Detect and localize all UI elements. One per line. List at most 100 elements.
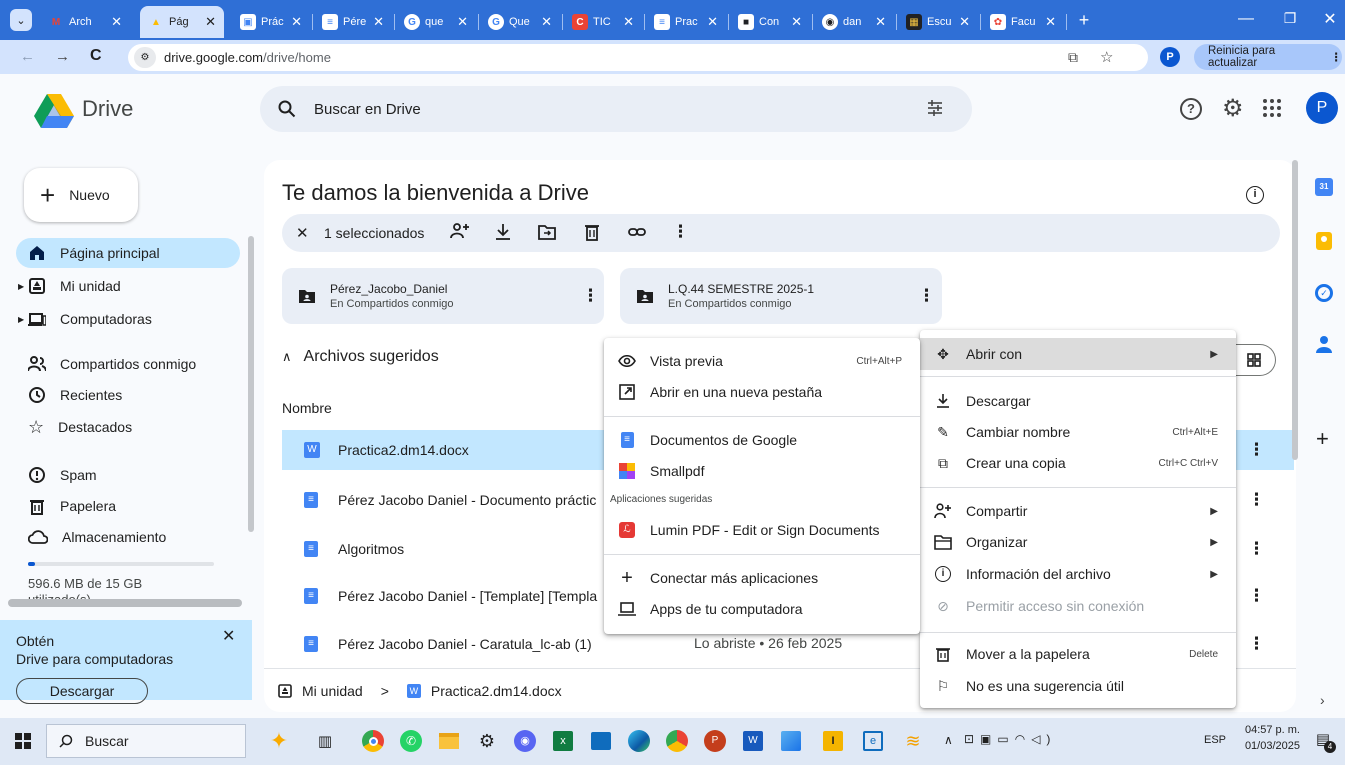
menu-item-share[interactable]: Compartir ▶	[920, 495, 1236, 527]
sidebar-item-my-drive[interactable]: ▶ Mi unidad	[16, 271, 240, 301]
add-addon-icon[interactable]: +	[1316, 426, 1329, 452]
tab-3[interactable]: ≡ Pére ✕	[314, 6, 392, 38]
menu-item-rename[interactable]: ✎ Cambiar nombre Ctrl+Alt+E	[920, 416, 1236, 448]
more-vert-icon[interactable]: ⋮	[582, 286, 599, 306]
bookmark-star-icon[interactable]: ☆	[1100, 48, 1113, 66]
menu-item-open-with[interactable]: ✥ Abrir con ▶	[920, 338, 1236, 370]
tab-1[interactable]: ▲ Pág ✕	[140, 6, 224, 38]
back-button[interactable]: ←	[20, 48, 35, 65]
calendar-icon[interactable]: 31	[1315, 178, 1333, 196]
more-vert-icon[interactable]: ⋮	[1248, 634, 1265, 654]
clear-selection-icon[interactable]: ✕	[296, 224, 309, 242]
column-header-name[interactable]: Nombre	[282, 400, 332, 416]
tab-2[interactable]: ▣ Prác ✕	[232, 6, 310, 38]
menu-item-preview[interactable]: Vista previa Ctrl+Alt+P	[604, 345, 920, 377]
clock-date[interactable]: 01/03/2025	[1238, 740, 1300, 752]
tab-8[interactable]: ■ Con ✕	[730, 6, 810, 38]
more-vert-icon[interactable]: ⋮	[918, 286, 935, 306]
info-icon[interactable]: i	[1246, 186, 1264, 204]
apps-grid-icon[interactable]	[1262, 98, 1282, 118]
app-icon[interactable]: I	[818, 726, 848, 756]
more-vert-icon[interactable]: ⋮	[672, 222, 689, 242]
close-icon[interactable]: ✕	[791, 14, 802, 30]
discord-icon[interactable]: ◉	[510, 726, 540, 756]
sidebar-vscrollbar[interactable]	[248, 236, 254, 532]
grid-view-toggle[interactable]	[1232, 344, 1276, 376]
more-vert-icon[interactable]: ⋮	[1248, 586, 1265, 606]
install-app-icon[interactable]: ⧉	[1068, 49, 1078, 66]
move-folder-icon[interactable]	[538, 224, 556, 240]
close-icon[interactable]: ✕	[111, 14, 122, 30]
sidebar-item-home[interactable]: Página principal	[16, 238, 240, 268]
menu-item-connect-apps[interactable]: + Conectar más aplicaciones	[604, 562, 920, 594]
more-vert-icon[interactable]: ⋮	[1248, 490, 1265, 510]
tasks-icon[interactable]: ✓	[1315, 284, 1333, 302]
chrome-profile-icon[interactable]	[662, 726, 692, 756]
task-view-icon[interactable]: ▥	[310, 726, 340, 756]
menu-item-copy[interactable]: ⧉ Crear una copia Ctrl+C Ctrl+V	[920, 447, 1236, 479]
breadcrumb-root[interactable]: Mi unidad	[302, 683, 363, 699]
promo-close-icon[interactable]: ✕	[222, 626, 235, 646]
close-icon[interactable]: ✕	[875, 14, 886, 30]
new-tab-button[interactable]: +	[1072, 9, 1096, 31]
edge-icon[interactable]	[624, 726, 654, 756]
tab-search-button[interactable]: ⌄	[10, 9, 32, 31]
search-icon[interactable]	[278, 100, 296, 118]
drive-logo[interactable]	[34, 94, 74, 128]
tab-6[interactable]: C TIC ✕	[564, 6, 642, 38]
sidebar-item-recent[interactable]: Recientes	[16, 380, 240, 410]
powerpoint-icon[interactable]: P	[700, 726, 730, 756]
keep-icon[interactable]	[1316, 232, 1332, 250]
store-icon[interactable]	[586, 726, 616, 756]
tab-7[interactable]: ≡ Prac ✕	[646, 6, 726, 38]
tab-11[interactable]: ✿ Facu ✕	[982, 6, 1064, 38]
trash-icon[interactable]	[584, 223, 600, 241]
expand-arrow-icon[interactable]: ▶	[18, 315, 24, 324]
tray-overflow-icon[interactable]: ∧	[944, 733, 953, 747]
taskbar-search-box[interactable]: Buscar	[46, 724, 246, 758]
close-icon[interactable]: ✕	[707, 14, 718, 30]
window-icon[interactable]: e	[858, 726, 888, 756]
sidebar-item-starred[interactable]: ☆ Destacados	[16, 412, 240, 442]
close-icon[interactable]: ✕	[291, 14, 302, 30]
profile-avatar[interactable]: P	[1160, 47, 1180, 67]
language-indicator[interactable]: ESP	[1204, 734, 1226, 746]
close-icon[interactable]: ✕	[541, 14, 552, 30]
close-icon[interactable]: ✕	[623, 14, 634, 30]
sidebar-item-shared[interactable]: Compartidos conmigo	[16, 349, 240, 379]
menu-item-download[interactable]: Descargar	[920, 385, 1236, 417]
tab-9[interactable]: ◉ dan ✕	[814, 6, 894, 38]
share-icon[interactable]	[450, 222, 470, 240]
windows-start-icon[interactable]	[8, 726, 38, 756]
photos-icon[interactable]	[776, 726, 806, 756]
clock-time[interactable]: 04:57 p. m.	[1238, 724, 1300, 736]
folder-card[interactable]: Pérez_Jacobo_Daniel En Compartidos conmi…	[282, 268, 604, 324]
search-options-icon[interactable]	[926, 99, 944, 117]
forward-button[interactable]: →	[55, 48, 70, 65]
account-avatar[interactable]: P	[1306, 92, 1338, 124]
tab-0[interactable]: M Arch ✕	[40, 6, 130, 38]
menu-item-organize[interactable]: Organizar ▶	[920, 526, 1236, 558]
download-drive-button[interactable]: Descargar	[16, 678, 148, 704]
sidebar-item-computers[interactable]: ▶ Computadoras	[16, 304, 240, 334]
close-icon[interactable]: ✕	[373, 14, 384, 30]
tab-4[interactable]: Gque ✕	[396, 6, 476, 38]
menu-item-lumin[interactable]: ℒ Lumin PDF - Edit or Sign Documents	[604, 514, 920, 546]
sidebar-item-spam[interactable]: Spam	[16, 460, 240, 490]
settings-gear-icon[interactable]: ⚙	[1222, 94, 1244, 123]
search-bar[interactable]: Buscar en Drive	[260, 86, 972, 132]
menu-item-smallpdf[interactable]: Smallpdf	[604, 455, 920, 487]
sidebar-item-trash[interactable]: Papelera	[16, 491, 240, 521]
new-button[interactable]: + Nuevo	[24, 168, 138, 222]
menu-item-not-useful[interactable]: ⚐ No es una sugerencia útil	[920, 670, 1236, 702]
restore-button[interactable]: ❐	[1276, 10, 1304, 30]
more-vert-icon[interactable]: ⋮	[1248, 539, 1265, 559]
copilot-sparkle-icon[interactable]: ✦	[264, 726, 294, 756]
menu-item-trash[interactable]: Mover a la papelera Delete	[920, 638, 1236, 670]
tab-5[interactable]: G Que ✕	[480, 6, 560, 38]
reload-button[interactable]: C	[90, 47, 102, 65]
menu-item-google-docs[interactable]: ≡ Documentos de Google	[604, 424, 920, 456]
excel-icon[interactable]: x	[548, 726, 578, 756]
download-icon[interactable]	[495, 223, 511, 241]
chevron-right-icon[interactable]: ›	[1320, 692, 1325, 708]
